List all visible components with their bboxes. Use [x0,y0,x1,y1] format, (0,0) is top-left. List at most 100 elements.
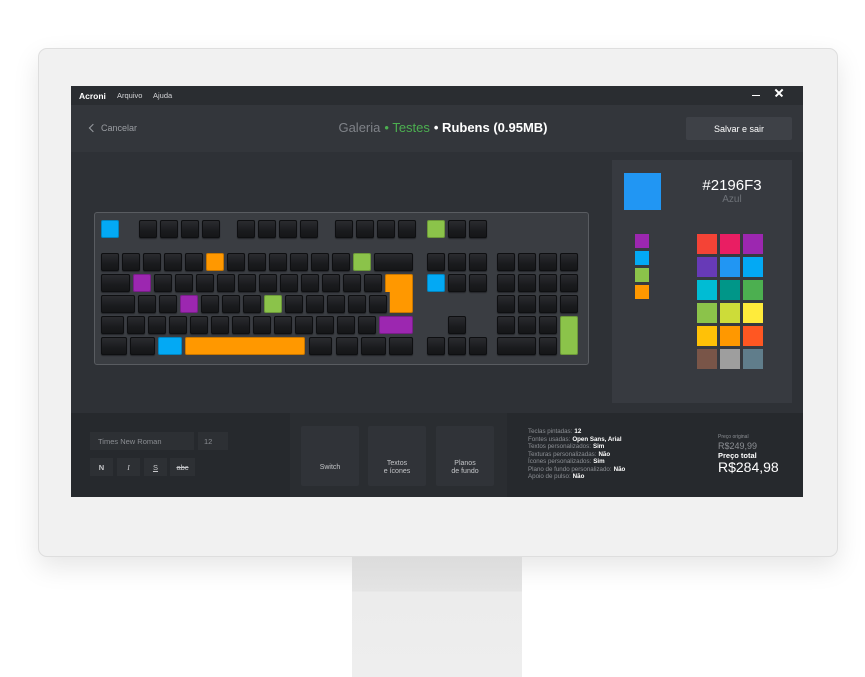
key-rctrl[interactable] [388,337,413,355]
key-o[interactable] [300,274,319,292]
key-prtsc[interactable] [426,220,445,238]
key-n9[interactable] [290,253,308,271]
key-n8[interactable] [269,253,287,271]
key-f2[interactable] [159,220,178,238]
key-n0[interactable] [311,253,329,271]
strikethrough-button[interactable]: abc [170,458,195,476]
key-kpdiv[interactable] [517,253,536,271]
key-down[interactable] [447,337,466,355]
key-menu[interactable] [361,337,386,355]
key-f4[interactable] [201,220,220,238]
key-space[interactable] [185,337,305,355]
palette-swatch[interactable] [697,280,717,300]
key-cedilla[interactable] [326,295,345,313]
key-equal[interactable] [353,253,371,271]
minimize-icon[interactable] [752,90,760,96]
breadcrumb-collection[interactable]: • Testes [384,120,430,135]
key-f3[interactable] [180,220,199,238]
key-rwin[interactable] [336,337,359,355]
key-right[interactable] [468,337,487,355]
key-backspace[interactable] [374,253,413,271]
key-b[interactable] [232,316,251,334]
key-a[interactable] [137,295,156,313]
palette-swatch[interactable] [720,303,740,323]
recent-color-swatch[interactable] [635,251,649,265]
key-lbracket[interactable] [342,274,361,292]
palette-swatch[interactable] [697,257,717,277]
key-pause[interactable] [468,220,487,238]
key-hash[interactable] [368,295,387,313]
key-esc[interactable] [101,220,119,238]
breadcrumb-gallery[interactable]: Galeria [338,120,380,135]
key-kp2[interactable] [517,316,536,334]
key-c[interactable] [190,316,209,334]
key-z[interactable] [148,316,167,334]
key-period[interactable] [316,316,335,334]
palette-swatch[interactable] [720,280,740,300]
key-numlk[interactable] [496,253,515,271]
key-tilde[interactable] [347,295,366,313]
key-kp6[interactable] [538,295,557,313]
key-rbracket[interactable] [363,274,382,292]
palette-swatch[interactable] [743,303,763,323]
menu-ajuda[interactable]: Ajuda [153,91,172,101]
key-caps[interactable] [101,295,135,313]
switch-button[interactable]: Switch [301,426,359,486]
key-t[interactable] [216,274,235,292]
key-d[interactable] [179,295,198,313]
key-kp4[interactable] [496,295,515,313]
recent-color-swatch[interactable] [635,234,649,248]
key-l[interactable] [305,295,324,313]
key-scrlk[interactable] [447,220,466,238]
key-lshift[interactable] [101,316,125,334]
recent-color-swatch[interactable] [635,268,649,282]
key-f9[interactable] [334,220,353,238]
key-kp7[interactable] [496,274,515,292]
key-backslash[interactable] [127,316,146,334]
key-lctrl[interactable] [101,337,128,355]
key-kp5[interactable] [517,295,536,313]
key-kpdot[interactable] [538,337,557,355]
backgrounds-button[interactable]: Planos de fundo [436,426,494,486]
menu-arquivo[interactable]: Arquivo [117,91,142,101]
bold-button[interactable]: N [90,458,113,476]
key-n6[interactable] [227,253,245,271]
key-f8[interactable] [300,220,319,238]
key-p[interactable] [321,274,340,292]
palette-swatch[interactable] [743,234,763,254]
key-f[interactable] [200,295,219,313]
palette-swatch[interactable] [720,234,740,254]
palette-swatch[interactable] [697,303,717,323]
key-pgup[interactable] [468,253,487,271]
key-del[interactable] [426,274,445,292]
key-kpminus[interactable] [559,253,578,271]
key-f7[interactable] [279,220,298,238]
font-family-input[interactable]: Times New Roman [90,432,194,450]
key-g[interactable] [221,295,240,313]
key-n4[interactable] [185,253,203,271]
key-tab[interactable] [101,274,130,292]
key-v[interactable] [211,316,230,334]
key-f10[interactable] [355,220,374,238]
key-e[interactable] [174,274,193,292]
palette-swatch[interactable] [697,234,717,254]
key-h[interactable] [242,295,261,313]
key-grave[interactable] [101,253,119,271]
key-w[interactable] [153,274,172,292]
key-r[interactable] [195,274,214,292]
underline-button[interactable]: S [144,458,167,476]
palette-swatch[interactable] [720,257,740,277]
key-i[interactable] [279,274,298,292]
key-left[interactable] [426,337,445,355]
key-k[interactable] [284,295,303,313]
key-n1[interactable] [122,253,140,271]
key-up[interactable] [447,316,466,334]
recent-color-swatch[interactable] [635,285,649,299]
font-size-input[interactable]: 12 [198,432,228,450]
key-lwin[interactable] [130,337,155,355]
key-u[interactable] [258,274,277,292]
palette-swatch[interactable] [743,280,763,300]
key-minus[interactable] [332,253,350,271]
palette-swatch[interactable] [697,349,717,369]
key-altgr[interactable] [308,337,333,355]
